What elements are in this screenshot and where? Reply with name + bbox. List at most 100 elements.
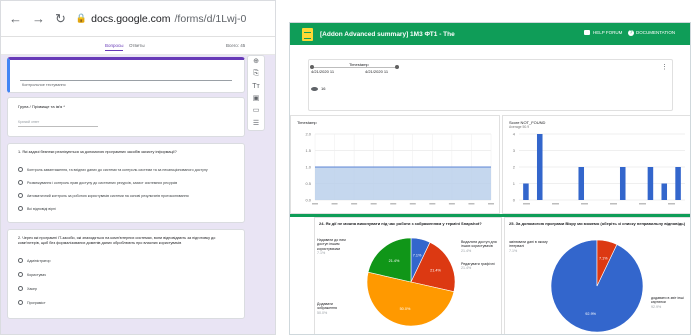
radio-option[interactable]: Контроль завантаження, та вхідних даних … [18, 167, 208, 172]
y-tick-label: 2.0 [305, 131, 311, 136]
slice-label: Видаляти доступ для інших користувачів [461, 240, 497, 249]
tab-responses[interactable]: Ответы [129, 43, 145, 48]
radio-option[interactable]: Автоматичний контроль за роботою користу… [18, 193, 189, 198]
slice-data-label: 21.4% [389, 259, 400, 263]
tab-questions[interactable]: Вопросы [105, 43, 124, 51]
section-icon[interactable]: ☰ [253, 120, 259, 128]
bar [536, 134, 543, 200]
filter-controls: Timestamp 4/21/2020 11 4/21/2020 11 16 ⋮ [290, 45, 690, 115]
x-tick-label [429, 203, 436, 205]
pie-label: змінювати дані в якому інтервалі 7.1% [509, 240, 553, 253]
title-text-icon[interactable]: Tт [252, 83, 259, 91]
radio-option[interactable]: Хакер [18, 286, 37, 291]
form-tabs: Вопросы Ответы Всего: 45 [1, 37, 275, 55]
reload-icon[interactable]: ↻ [55, 11, 66, 27]
eye-icon [311, 86, 318, 91]
radio-option[interactable]: Програміст [18, 300, 46, 305]
x-tick-label [351, 203, 358, 205]
radio-icon[interactable] [18, 258, 23, 263]
more-vert-icon[interactable]: ⋮ [661, 64, 668, 71]
slice-data-label: 7.1% [599, 256, 608, 260]
slice-pct: 92.9% [651, 304, 662, 309]
y-tick-label: 1.5 [305, 148, 311, 153]
documentation-link[interactable]: ? DOCUMENTATION [628, 30, 675, 36]
range-start-value: 4/21/2020 11 [311, 69, 335, 74]
sheets-logo-icon [302, 27, 313, 41]
range-slider-track[interactable] [311, 67, 399, 68]
slice-data-label: 50.0% [400, 307, 411, 311]
option-label: Адміністратор [27, 258, 51, 263]
x-tick-label [639, 203, 646, 205]
lock-icon: 🔒 [75, 13, 88, 23]
radio-icon[interactable] [18, 180, 23, 185]
radio-option[interactable]: Адміністратор [18, 258, 51, 263]
pie-panel-q24: 24. Як дії не можна виконувати під час р… [314, 217, 502, 334]
option-label: Розмежування і контроль прав доступу до … [27, 180, 178, 185]
pie-label: Надавати до ним доступ іншим користувача… [317, 238, 355, 256]
addon-header: [Addon Advanced summary] 1М3 ФТ1 - The H… [290, 23, 690, 45]
add-question-icon[interactable]: ⊕ [253, 58, 259, 66]
radio-icon[interactable] [18, 193, 23, 198]
y-tick-label: 4 [513, 131, 516, 136]
bar [675, 167, 681, 200]
score-chart-panel: Score NOT_FOUND Average 50.9 43210 [502, 115, 690, 214]
radio-icon[interactable] [18, 206, 23, 211]
x-tick-label [581, 203, 588, 205]
x-tick-label [312, 203, 318, 205]
slice-data-label: 21.4% [430, 268, 441, 272]
import-icon[interactable]: ⎘ [253, 70, 259, 78]
bar [661, 183, 668, 200]
slice-data-label: 92.9% [585, 312, 596, 316]
help-icon: ? [628, 30, 634, 36]
slice-label: Додавати зображення [317, 302, 337, 311]
radio-option[interactable]: Розмежування і контроль прав доступу до … [18, 180, 177, 185]
y-tick-label: 0 [513, 197, 516, 202]
y-tick-label: 1 [513, 181, 516, 186]
x-tick-label [523, 203, 530, 205]
radio-option[interactable]: Всі відповіді вірні [18, 206, 56, 211]
address-bar[interactable]: 🔒 docs.google.com/forms/d/1Lwj-0UyvBC/9H… [76, 13, 246, 25]
range-end-value: 4/21/2020 11 [365, 69, 389, 74]
help-forum-link[interactable]: HELP FORUM [584, 30, 622, 36]
option-label: Хакер [27, 286, 38, 291]
form-side-toolbar: ⊕ ⎘ Tт ▣ ▭ ☰ [247, 55, 265, 131]
x-tick-label [552, 203, 559, 205]
short-answer-line [18, 126, 98, 127]
tab-total: Всего: 45 [226, 43, 246, 48]
pie-label: додавати в звіт інші картинки 92.9% [651, 296, 690, 309]
radio-icon[interactable] [18, 300, 23, 305]
option-label: Автоматичний контроль за роботою користу… [27, 193, 189, 198]
timestamp-chart-panel: Timestamp 2.0 1.5 1.0 0.5 0.0 [290, 115, 500, 214]
y-tick-label: 0.5 [305, 181, 311, 186]
slice-pct: 21.4% [461, 248, 472, 253]
question-card-name[interactable]: Група / Прізвище та ім'я * Краткий ответ [7, 97, 245, 137]
radio-icon[interactable] [18, 272, 23, 277]
range-slider-handle-end[interactable] [395, 65, 399, 69]
radio-icon[interactable] [18, 286, 23, 291]
dashboard-title: [Addon Advanced summary] 1М3 ФТ1 - The [320, 30, 455, 38]
radio-icon[interactable] [18, 167, 23, 172]
question-card-2[interactable]: 2. Через які програмні IT-засоби, які зн… [7, 229, 245, 319]
area-chart: 2.0 1.5 1.0 0.5 0.0 [305, 131, 494, 205]
x-tick-label [610, 203, 617, 205]
bar [619, 167, 626, 200]
pie-label: Редагувати графічні 21.4% [461, 262, 501, 271]
question-card-1[interactable]: 1. Які задачі безпеки реалізуються за до… [7, 143, 245, 223]
slice-label: Надавати до ним доступ іншим користувача… [317, 238, 346, 251]
slice-label: змінювати дані в якому інтервалі [509, 240, 548, 249]
header-underline [20, 80, 232, 81]
short-answer-hint: Краткий ответ [18, 120, 40, 124]
radio-option[interactable]: Користувач [18, 272, 46, 277]
forward-arrow-icon[interactable]: → [32, 11, 45, 26]
x-tick-label [390, 203, 397, 205]
slice-label: Редагувати графічні [461, 262, 495, 266]
image-icon[interactable]: ▣ [253, 95, 260, 103]
x-tick-label [488, 203, 494, 205]
video-icon[interactable]: ▭ [253, 107, 260, 115]
bar [578, 167, 585, 200]
option-label: Користувач [27, 272, 47, 277]
back-arrow-icon[interactable]: ← [9, 11, 22, 26]
form-header-card[interactable]: Контрольное тестування [7, 57, 245, 93]
slice-pct: 7.1% [509, 248, 518, 253]
bar [523, 183, 529, 200]
